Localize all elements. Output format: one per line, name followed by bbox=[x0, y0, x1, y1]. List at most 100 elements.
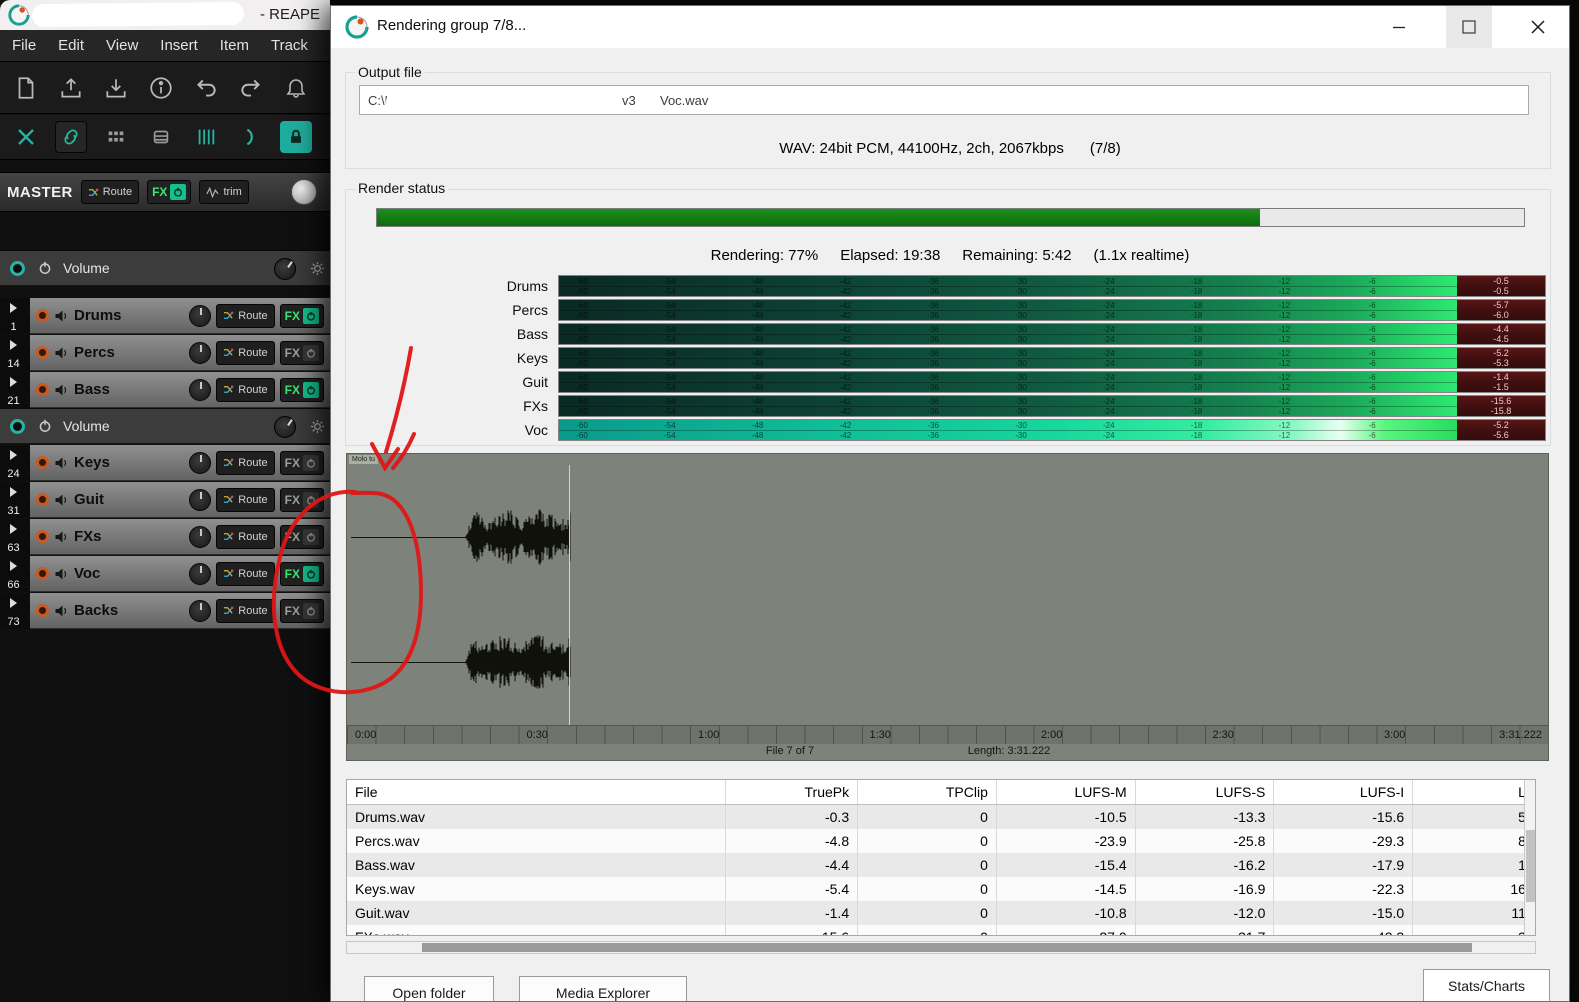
grid-snap-icon[interactable] bbox=[100, 121, 132, 153]
record-arm-button[interactable] bbox=[36, 456, 49, 469]
speaker-icon[interactable] bbox=[54, 346, 69, 360]
menu-item-insert[interactable]: Insert bbox=[160, 37, 198, 54]
stats-header-cell[interactable]: TPClip bbox=[858, 780, 997, 804]
speaker-icon[interactable] bbox=[54, 604, 69, 618]
output-path-field[interactable]: C:\U v3 Voc.wav bbox=[359, 85, 1529, 115]
track-control-panel[interactable]: PercsRouteFX bbox=[30, 335, 330, 371]
grid-lines-icon[interactable] bbox=[190, 121, 222, 153]
record-arm-button[interactable] bbox=[36, 309, 49, 322]
menu-item-view[interactable]: View bbox=[106, 37, 138, 54]
track-control-panel[interactable]: KeysRouteFX bbox=[30, 445, 330, 481]
power-icon[interactable] bbox=[38, 261, 52, 275]
gear-icon[interactable] bbox=[310, 419, 325, 434]
pan-knob[interactable] bbox=[189, 563, 211, 585]
speaker-icon[interactable] bbox=[54, 530, 69, 544]
minimize-button[interactable] bbox=[1376, 6, 1422, 48]
fx-power-icon[interactable] bbox=[303, 529, 319, 545]
fx-button[interactable]: FX bbox=[280, 525, 324, 549]
new-project-icon[interactable] bbox=[10, 72, 42, 104]
route-button[interactable]: Route bbox=[216, 451, 274, 475]
scrollbar-thumb[interactable] bbox=[1526, 830, 1535, 902]
track-control-panel[interactable]: DrumsRouteFX bbox=[30, 298, 330, 334]
fx-button[interactable]: FX bbox=[280, 304, 324, 328]
track-play-icon[interactable] bbox=[10, 340, 17, 350]
route-button[interactable]: Route bbox=[216, 562, 274, 586]
fx-button[interactable]: FX bbox=[280, 451, 324, 475]
fx-power-icon[interactable] bbox=[303, 603, 319, 619]
speaker-icon[interactable] bbox=[54, 309, 69, 323]
fx-button[interactable]: FX bbox=[280, 341, 324, 365]
media-explorer-button[interactable]: Media Explorer bbox=[519, 976, 687, 1002]
master-trim-button[interactable]: trim bbox=[199, 180, 248, 204]
track-control-panel[interactable]: VocRouteFX bbox=[30, 556, 330, 592]
record-arm-button[interactable] bbox=[36, 493, 49, 506]
master-volume-knob[interactable] bbox=[291, 179, 317, 205]
stats-charts-button[interactable]: Stats/Charts bbox=[1423, 969, 1550, 1002]
metronome-icon[interactable] bbox=[280, 72, 312, 104]
gear-icon[interactable] bbox=[310, 261, 325, 276]
pan-knob[interactable] bbox=[189, 489, 211, 511]
fx-power-icon[interactable] bbox=[303, 455, 319, 471]
track-play-icon[interactable] bbox=[10, 377, 17, 387]
stats-row[interactable]: Bass.wav-4.40-15.4-16.2-17.91 bbox=[347, 853, 1535, 877]
volume-envelope-row[interactable]: Volume bbox=[0, 408, 330, 444]
stats-header-cell[interactable]: L bbox=[1413, 780, 1535, 804]
stats-row[interactable]: Guit.wav-1.40-10.8-12.0-15.011 bbox=[347, 901, 1535, 925]
track-play-icon[interactable] bbox=[10, 598, 17, 608]
lock-icon[interactable] bbox=[280, 121, 312, 153]
open-folder-button[interactable]: Open folder bbox=[364, 976, 494, 1002]
fx-power-icon[interactable] bbox=[303, 492, 319, 508]
speaker-icon[interactable] bbox=[54, 567, 69, 581]
loudness-stats-table[interactable]: FileTruePkTPClipLUFS-MLUFS-SLUFS-IL Drum… bbox=[346, 779, 1536, 936]
stats-header-cell[interactable]: TruePk bbox=[726, 780, 858, 804]
route-button[interactable]: Route bbox=[216, 599, 274, 623]
save-project-icon[interactable] bbox=[100, 72, 132, 104]
dialog-titlebar[interactable]: Rendering group 7/8... bbox=[331, 6, 1569, 48]
fx-button[interactable]: FX bbox=[280, 599, 324, 623]
route-button[interactable]: Route bbox=[216, 341, 274, 365]
pan-knob[interactable] bbox=[189, 452, 211, 474]
stats-row[interactable]: Drums.wav-0.30-10.5-13.3-15.65 bbox=[347, 805, 1535, 829]
route-button[interactable]: Route bbox=[216, 525, 274, 549]
route-button[interactable]: Route bbox=[216, 378, 274, 402]
stats-row[interactable]: FXs.wav-15.60-27.0-31.7-43.33 bbox=[347, 925, 1535, 936]
speaker-icon[interactable] bbox=[54, 383, 69, 397]
route-button[interactable]: Route bbox=[216, 488, 274, 512]
menu-item-edit[interactable]: Edit bbox=[58, 37, 84, 54]
record-arm-button[interactable] bbox=[36, 346, 49, 359]
stats-header-cell[interactable]: LUFS-M bbox=[997, 780, 1136, 804]
track-play-icon[interactable] bbox=[10, 524, 17, 534]
open-project-icon[interactable] bbox=[55, 72, 87, 104]
track-play-icon[interactable] bbox=[10, 303, 17, 313]
stats-header-cell[interactable]: LUFS-S bbox=[1136, 780, 1275, 804]
power-icon[interactable] bbox=[38, 419, 52, 433]
speaker-icon[interactable] bbox=[54, 456, 69, 470]
close-button[interactable] bbox=[1515, 6, 1561, 48]
project-settings-icon[interactable] bbox=[145, 72, 177, 104]
record-arm-button[interactable] bbox=[36, 383, 49, 396]
pan-knob[interactable] bbox=[189, 526, 211, 548]
stats-row[interactable]: Keys.wav-5.40-14.5-16.9-22.316 bbox=[347, 877, 1535, 901]
timeline-ruler[interactable]: 0:000:301:001:302:002:303:003:31.222 bbox=[347, 725, 1548, 744]
volume-knob[interactable] bbox=[274, 258, 296, 280]
track-play-icon[interactable] bbox=[10, 450, 17, 460]
master-track-panel[interactable]: MASTER Route FX trim bbox=[0, 172, 330, 212]
undo-icon[interactable] bbox=[190, 72, 222, 104]
stats-header-cell[interactable]: File bbox=[347, 780, 726, 804]
pan-knob[interactable] bbox=[189, 600, 211, 622]
track-play-icon[interactable] bbox=[10, 561, 17, 571]
envelope-mode-icon[interactable] bbox=[10, 121, 42, 153]
volume-knob[interactable] bbox=[274, 416, 296, 438]
fixed-lanes-icon[interactable] bbox=[145, 121, 177, 153]
record-arm-button[interactable] bbox=[36, 530, 49, 543]
fx-button[interactable]: FX bbox=[280, 378, 324, 402]
track-control-panel[interactable]: GuitRouteFX bbox=[30, 482, 330, 518]
scrollbar-thumb[interactable] bbox=[422, 943, 1472, 952]
waveform-preview-panel[interactable]: Molo tu 0:000:301:001:302:002:303:003:31… bbox=[346, 453, 1549, 761]
track-control-panel[interactable]: BacksRouteFX bbox=[30, 593, 330, 629]
fx-power-icon[interactable] bbox=[303, 308, 319, 324]
speaker-icon[interactable] bbox=[54, 493, 69, 507]
pan-knob[interactable] bbox=[189, 342, 211, 364]
stats-header-cell[interactable]: LUFS-I bbox=[1274, 780, 1413, 804]
vertical-scrollbar[interactable] bbox=[1524, 780, 1535, 935]
